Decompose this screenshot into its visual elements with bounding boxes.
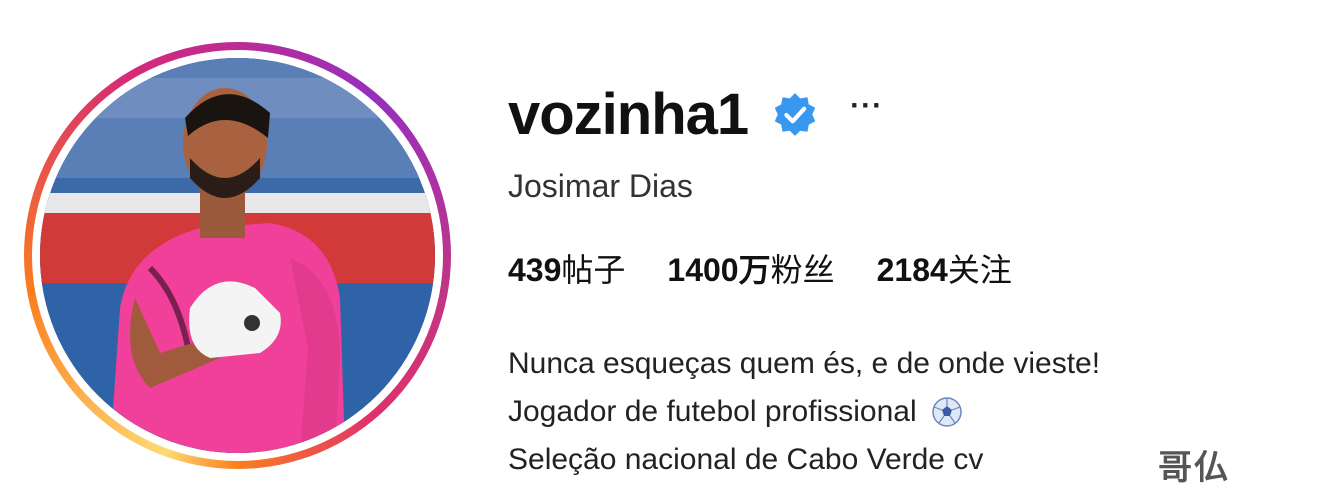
stat-posts[interactable]: 439 帖子	[508, 245, 625, 291]
bio-text-2: Jogador de futebol profissional	[508, 395, 917, 428]
bio-line-3: Seleção nacional de Cabo Verde cv	[508, 436, 1100, 484]
followers-count: 1400万	[667, 252, 771, 288]
posts-label: 帖子	[561, 251, 626, 289]
bio-line-1: Nunca esqueças quem és, e de onde vieste…	[508, 340, 1100, 388]
username-row: vozinha1 ···	[508, 80, 883, 150]
more-options-button[interactable]: ···	[850, 91, 883, 121]
full-name: Josimar Dias	[508, 168, 693, 204]
username: vozinha1	[508, 82, 749, 147]
avatar-photo	[40, 58, 435, 453]
soccer-ball-icon	[931, 397, 962, 427]
bio-text-3: Seleção nacional de Cabo Verde cv	[508, 443, 984, 476]
stat-following[interactable]: 2184 关注	[877, 245, 1012, 291]
stat-followers[interactable]: 1400万 粉丝	[667, 245, 834, 291]
posts-count: 439	[508, 252, 562, 288]
watermark-text: 哥仏	[1158, 448, 1230, 488]
bio-text-1: Nunca esqueças quem és, e de onde vieste…	[508, 347, 1101, 380]
profile-header: vozinha1 ··· Josimar Dias 439 帖子 1400万 粉…	[0, 0, 1337, 504]
followers-label: 粉丝	[770, 251, 835, 289]
bio-line-2: Jogador de futebol profissional	[508, 388, 1100, 436]
verified-badge-icon	[774, 93, 816, 136]
following-label: 关注	[947, 251, 1012, 289]
story-ring[interactable]	[24, 42, 451, 469]
bio: Nunca esqueças quem és, e de onde vieste…	[508, 340, 1100, 484]
stats-row: 439 帖子 1400万 粉丝 2184 关注	[508, 245, 1012, 291]
following-count: 2184	[876, 252, 948, 288]
avatar[interactable]	[40, 58, 435, 453]
